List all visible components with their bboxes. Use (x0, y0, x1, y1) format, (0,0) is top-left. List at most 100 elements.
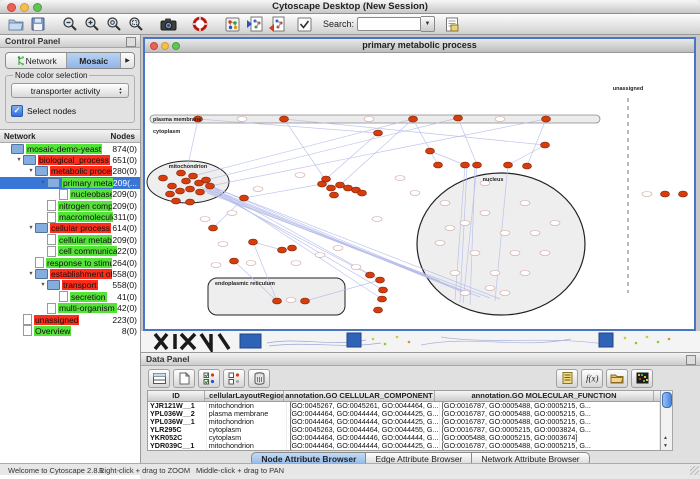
minimize-icon[interactable] (20, 3, 29, 12)
attribute-table-icon[interactable] (148, 369, 170, 388)
network-node[interactable] (273, 298, 282, 304)
column-header[interactable]: annotation.GO CELLULAR_COMPONENT (284, 391, 435, 401)
network-node-small[interactable] (500, 291, 510, 296)
tree-item[interactable]: nitrogen compo209(0) (0, 200, 140, 211)
zoom-out-icon[interactable] (60, 16, 80, 33)
node-color-dropdown[interactable]: transporter activity ▲▼ (11, 83, 129, 98)
attribute-list-icon[interactable] (556, 369, 578, 388)
network-node[interactable] (426, 148, 435, 154)
network-node[interactable] (542, 116, 551, 122)
network-node-small[interactable] (227, 211, 237, 216)
network-node[interactable] (202, 177, 211, 183)
function-builder-icon[interactable]: f(x) (581, 369, 603, 388)
network-node[interactable] (504, 162, 513, 168)
zoom-selected-icon[interactable] (126, 16, 146, 33)
tree-item[interactable]: ▼establishment of lo558(0) (0, 268, 140, 279)
snapshot-camera-icon[interactable] (158, 16, 178, 33)
disclosure-triangle-icon[interactable]: ▼ (27, 271, 35, 277)
network-node-small[interactable] (440, 201, 450, 206)
scroll-down-icon[interactable]: ▼ (661, 442, 670, 450)
disclosure-triangle-icon[interactable]: ▼ (39, 180, 47, 186)
network-node[interactable] (249, 239, 258, 245)
network-node[interactable] (186, 186, 195, 192)
unselect-attributes-icon[interactable] (223, 369, 245, 388)
network-view-frame[interactable]: primary metabolic process plasma membran… (143, 37, 696, 331)
network-node-small[interactable] (470, 251, 480, 256)
network-node[interactable] (322, 176, 331, 182)
network-node-small[interactable] (364, 117, 374, 122)
network-node[interactable] (186, 199, 195, 205)
network-node[interactable] (366, 272, 375, 278)
network-node-small[interactable] (218, 242, 228, 247)
select-nodes-row[interactable]: ✓ Select nodes (11, 105, 129, 117)
network-node[interactable] (378, 296, 387, 302)
network-node-small[interactable] (445, 226, 455, 231)
table-row[interactable]: YJR121W__1mitochondrion[GO:0045267, GO:0… (148, 402, 660, 410)
network-node-small[interactable] (291, 261, 301, 266)
network-node[interactable] (189, 173, 198, 179)
select-mode-icon[interactable] (294, 16, 314, 33)
network-node[interactable] (278, 247, 287, 253)
network-node[interactable] (379, 287, 388, 293)
export-network-icon[interactable] (266, 16, 286, 33)
float-panel-icon[interactable] (686, 355, 696, 365)
delete-attribute-icon[interactable] (248, 369, 270, 388)
network-node[interactable] (166, 191, 175, 197)
network-node[interactable] (301, 298, 310, 304)
network-node[interactable] (206, 183, 215, 189)
network-node-small[interactable] (286, 298, 296, 303)
table-row[interactable]: YDR039C__1mitochondrion[GO:0044464, GO:0… (148, 442, 660, 450)
tree-item[interactable]: Overview8(0) (0, 325, 140, 336)
birdseye-view-icon[interactable] (222, 16, 242, 33)
tree-item[interactable]: ▼cellular process614(0) (0, 223, 140, 234)
network-node[interactable] (159, 175, 168, 181)
open-icon[interactable] (6, 16, 26, 33)
network-node-small[interactable] (295, 173, 305, 178)
network-node[interactable] (661, 191, 670, 197)
network-node-small[interactable] (510, 251, 520, 256)
network-node-small[interactable] (480, 211, 490, 216)
tab-mosaic[interactable]: Mosaic (67, 53, 121, 68)
network-node[interactable] (376, 277, 385, 283)
network-node-small[interactable] (520, 201, 530, 206)
window-titlebar[interactable]: Cytoscape Desktop (New Session) (0, 0, 700, 14)
search-input[interactable] (357, 17, 421, 31)
tree-item[interactable]: multi-organism pro42(0) (0, 302, 140, 313)
table-scrollbar[interactable]: ▲ ▼ (660, 390, 673, 451)
network-node[interactable] (461, 162, 470, 168)
select-attributes-icon[interactable] (198, 369, 220, 388)
search-dropdown-icon[interactable]: ▼ (421, 16, 435, 32)
network-node-small[interactable] (485, 286, 495, 291)
disclosure-triangle-icon[interactable]: ▼ (27, 168, 35, 174)
network-node[interactable] (523, 163, 532, 169)
network-node-small[interactable] (520, 271, 530, 276)
network-node-small[interactable] (550, 221, 560, 226)
network-node[interactable] (409, 116, 418, 122)
tab-network[interactable]: Network (6, 53, 67, 68)
frame-minimize-icon[interactable] (161, 42, 169, 50)
network-view-titlebar[interactable]: primary metabolic process (145, 39, 694, 53)
network-node[interactable] (344, 185, 353, 191)
column-header[interactable]: annotation.GO MOLECULAR_FUNCTION (435, 391, 654, 401)
network-node[interactable] (182, 178, 191, 184)
tree-item[interactable]: ▼biological_process651(0) (0, 154, 140, 165)
table-row[interactable]: YPL036W__2plasma membrane[GO:0044464, GO… (148, 410, 660, 418)
network-node-small[interactable] (490, 271, 500, 276)
network-node-small[interactable] (315, 253, 325, 258)
attribute-table-header[interactable]: ID_cellularLayoutRegionannotation.GO CEL… (148, 391, 660, 402)
network-node-small[interactable] (211, 263, 221, 268)
network-node[interactable] (176, 188, 185, 194)
network-node-small[interactable] (410, 191, 420, 196)
network-node[interactable] (196, 189, 205, 195)
column-header[interactable]: ID (148, 391, 205, 401)
disclosure-triangle-icon[interactable]: ▼ (27, 225, 35, 231)
frame-zoom-icon[interactable] (172, 42, 180, 50)
scroll-up-icon[interactable]: ▲ (661, 434, 670, 442)
attribute-file-icon[interactable] (442, 16, 462, 33)
network-node-small[interactable] (395, 176, 405, 181)
network-node-small[interactable] (435, 241, 445, 246)
network-node[interactable] (541, 142, 550, 148)
tree-item[interactable]: mosaic-demo-yeast874(0) (0, 143, 140, 154)
network-node[interactable] (434, 162, 443, 168)
zoom-fit-icon[interactable] (104, 16, 124, 33)
